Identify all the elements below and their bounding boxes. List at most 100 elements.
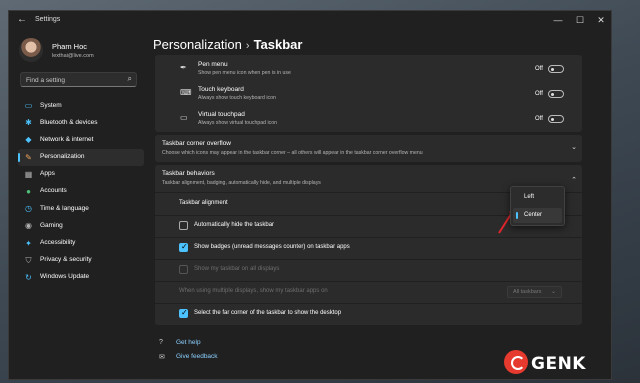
maximize-button[interactable]: ☐ [569,13,591,27]
toggle-switch[interactable] [548,90,564,98]
setting-title: Pen menu [198,61,228,68]
sidebar-item-label: Accessibility [40,239,76,246]
taskbar-alignment-label: Taskbar alignment [179,200,228,206]
multi-display-dropdown: All taskbars ⌄ [507,286,562,298]
profile-email: lexthai@live.com [52,53,94,59]
sidebar-item-label: Gaming [40,221,63,229]
close-button[interactable]: ✕ [590,13,611,27]
badges-label: Show badges (unread messages counter) on… [194,244,350,250]
search-box[interactable]: ⌕ [20,72,137,87]
sidebar-item-windows-update[interactable]: ↻ Windows Update [18,269,144,286]
sidebar-item-label: Time & language [40,204,89,212]
accessibility-icon: ✦ [25,238,32,248]
toggle-state: Off [535,66,543,72]
all-displays-row: Show my taskbar on all displays [155,259,582,280]
alignment-option-center[interactable]: Center [513,208,562,223]
touchpad-icon: ▭ [180,113,188,122]
sidebar-item-time-language[interactable]: ◷ Time & language [18,200,144,217]
sidebar-item-label: Personalization [40,153,85,161]
avatar[interactable] [19,38,43,62]
setting-title: Touch keyboard [198,86,244,93]
give-feedback-label: Give feedback [176,353,218,360]
overflow-title: Taskbar corner overflow [162,140,231,147]
setting-title: Virtual touchpad [198,111,245,118]
corner-icon-row: ▭ Virtual touchpad Always show virtual tou… [155,109,582,131]
search-icon[interactable]: ⌕ [128,74,132,84]
sidebar-item-personalization[interactable]: ✎ Personalization [18,148,144,166]
alignment-option-left[interactable]: Left [513,190,562,205]
sidebar-item-accounts[interactable]: ● Accounts [18,183,144,200]
sidebar-item-label: Bluetooth & devices [40,118,98,126]
behaviors-title: Taskbar behaviors [162,170,215,177]
keyboard-icon: ⌨ [180,88,192,97]
get-help-label: Get help [176,339,201,346]
multi-display-label: When using multiple displays, show my ta… [179,288,328,294]
sidebar-item-bluetooth-devices[interactable]: ✱ Bluetooth & devices [18,114,144,131]
breadcrumb-separator: › [245,40,250,52]
far-corner-label: Select the far corner of the taskbar to … [194,310,342,316]
title-bar: ← Settings — ☐ ✕ [9,11,611,31]
search-input[interactable] [26,75,116,85]
sidebar-item-label: Privacy & security [40,256,92,264]
sidebar-item-system[interactable]: ▭ System [18,97,144,114]
sidebar-item-label: Accounts [40,187,67,195]
taskbar-corner-overflow-card[interactable]: Taskbar corner overflow Choose which ico… [155,135,582,162]
bluetooth-icon: ✱ [25,118,32,128]
far-corner-row[interactable]: Select the far corner of the taskbar to … [155,303,582,326]
alignment-option-label: Left [524,194,535,200]
help-icon: ? [159,339,163,346]
gamepad-icon: ◉ [25,221,32,231]
auto-hide-checkbox[interactable] [179,221,188,230]
genk-logo-icon [504,350,528,374]
chevron-down-icon: ⌄ [550,289,556,295]
overflow-description: Choose which icons may appear in the tas… [162,150,423,156]
sidebar-item-label: Windows Update [40,273,90,281]
update-icon: ↻ [25,272,32,282]
corner-icon-row: ✒ Pen menu Show pen menu icon when pen is … [155,59,582,81]
setting-description: Show pen menu icon when pen is in use [198,70,291,76]
settings-window: ← Settings — ☐ ✕ Pham Hoc lexthai@live.c… [8,10,612,380]
toggle-switch[interactable] [548,65,564,73]
far-corner-checkbox[interactable] [179,308,188,318]
brush-icon: ✎ [25,152,32,162]
pen-icon: ✒ [180,63,187,72]
badges-checkbox[interactable] [179,242,188,252]
feedback-icon: ✉ [159,354,165,361]
chevron-up-icon[interactable]: ⌃ [571,176,577,184]
sidebar-item-network-internet[interactable]: ◆ Network & internet [18,131,144,148]
setting-description: Always show touch keyboard icon [198,95,276,101]
page-title: Personalization › Taskbar [153,37,302,52]
auto-hide-label: Automatically hide the taskbar [194,222,275,228]
person-icon: ● [26,186,31,196]
sidebar-item-label: System [40,101,62,109]
sidebar-item-apps[interactable]: ▦ Apps [18,166,144,183]
toggle-state: Off [535,91,543,97]
apps-icon: ▦ [24,169,33,179]
breadcrumb-parent[interactable]: Personalization [153,37,242,52]
back-arrow-icon[interactable]: ← [17,14,27,25]
multi-display-row: When using multiple displays, show my ta… [155,281,582,302]
sidebar-nav: ▭ System ✱ Bluetooth & devices ◆ Network & in… [18,97,144,286]
taskbar-corner-icons-card: ✒ Pen menu Show pen menu icon when pen is … [155,55,582,132]
toggle-switch[interactable] [548,115,564,123]
badges-row[interactable]: Show badges (unread messages counter) on… [155,237,582,258]
toggle-state: Off [535,116,543,122]
breadcrumb-current: Taskbar [253,37,303,52]
alignment-option-label: Center [524,212,543,218]
sidebar-item-privacy-security[interactable]: ⛉ Privacy & security [18,252,144,269]
window-title: Settings [35,16,61,23]
globe-clock-icon: ◷ [25,204,32,214]
profile-name: Pham Hoc [52,42,88,51]
behaviors-description: Taskbar alignment, badging, automaticall… [162,180,321,186]
all-displays-label: Show my taskbar on all displays [194,266,280,272]
chevron-down-icon[interactable]: ⌄ [571,143,577,151]
sidebar-item-gaming[interactable]: ◉ Gaming [18,217,144,234]
alignment-menu: Left Center [510,186,565,226]
sidebar-item-accessibility[interactable]: ✦ Accessibility [18,235,144,252]
minimize-button[interactable]: — [547,13,569,27]
multi-display-value: All taskbars [513,289,542,295]
sidebar-item-label: Network & internet [40,135,94,143]
all-displays-checkbox [179,265,188,274]
setting-description: Always show virtual touchpad icon [198,120,278,126]
shield-icon: ⛉ [25,255,32,265]
